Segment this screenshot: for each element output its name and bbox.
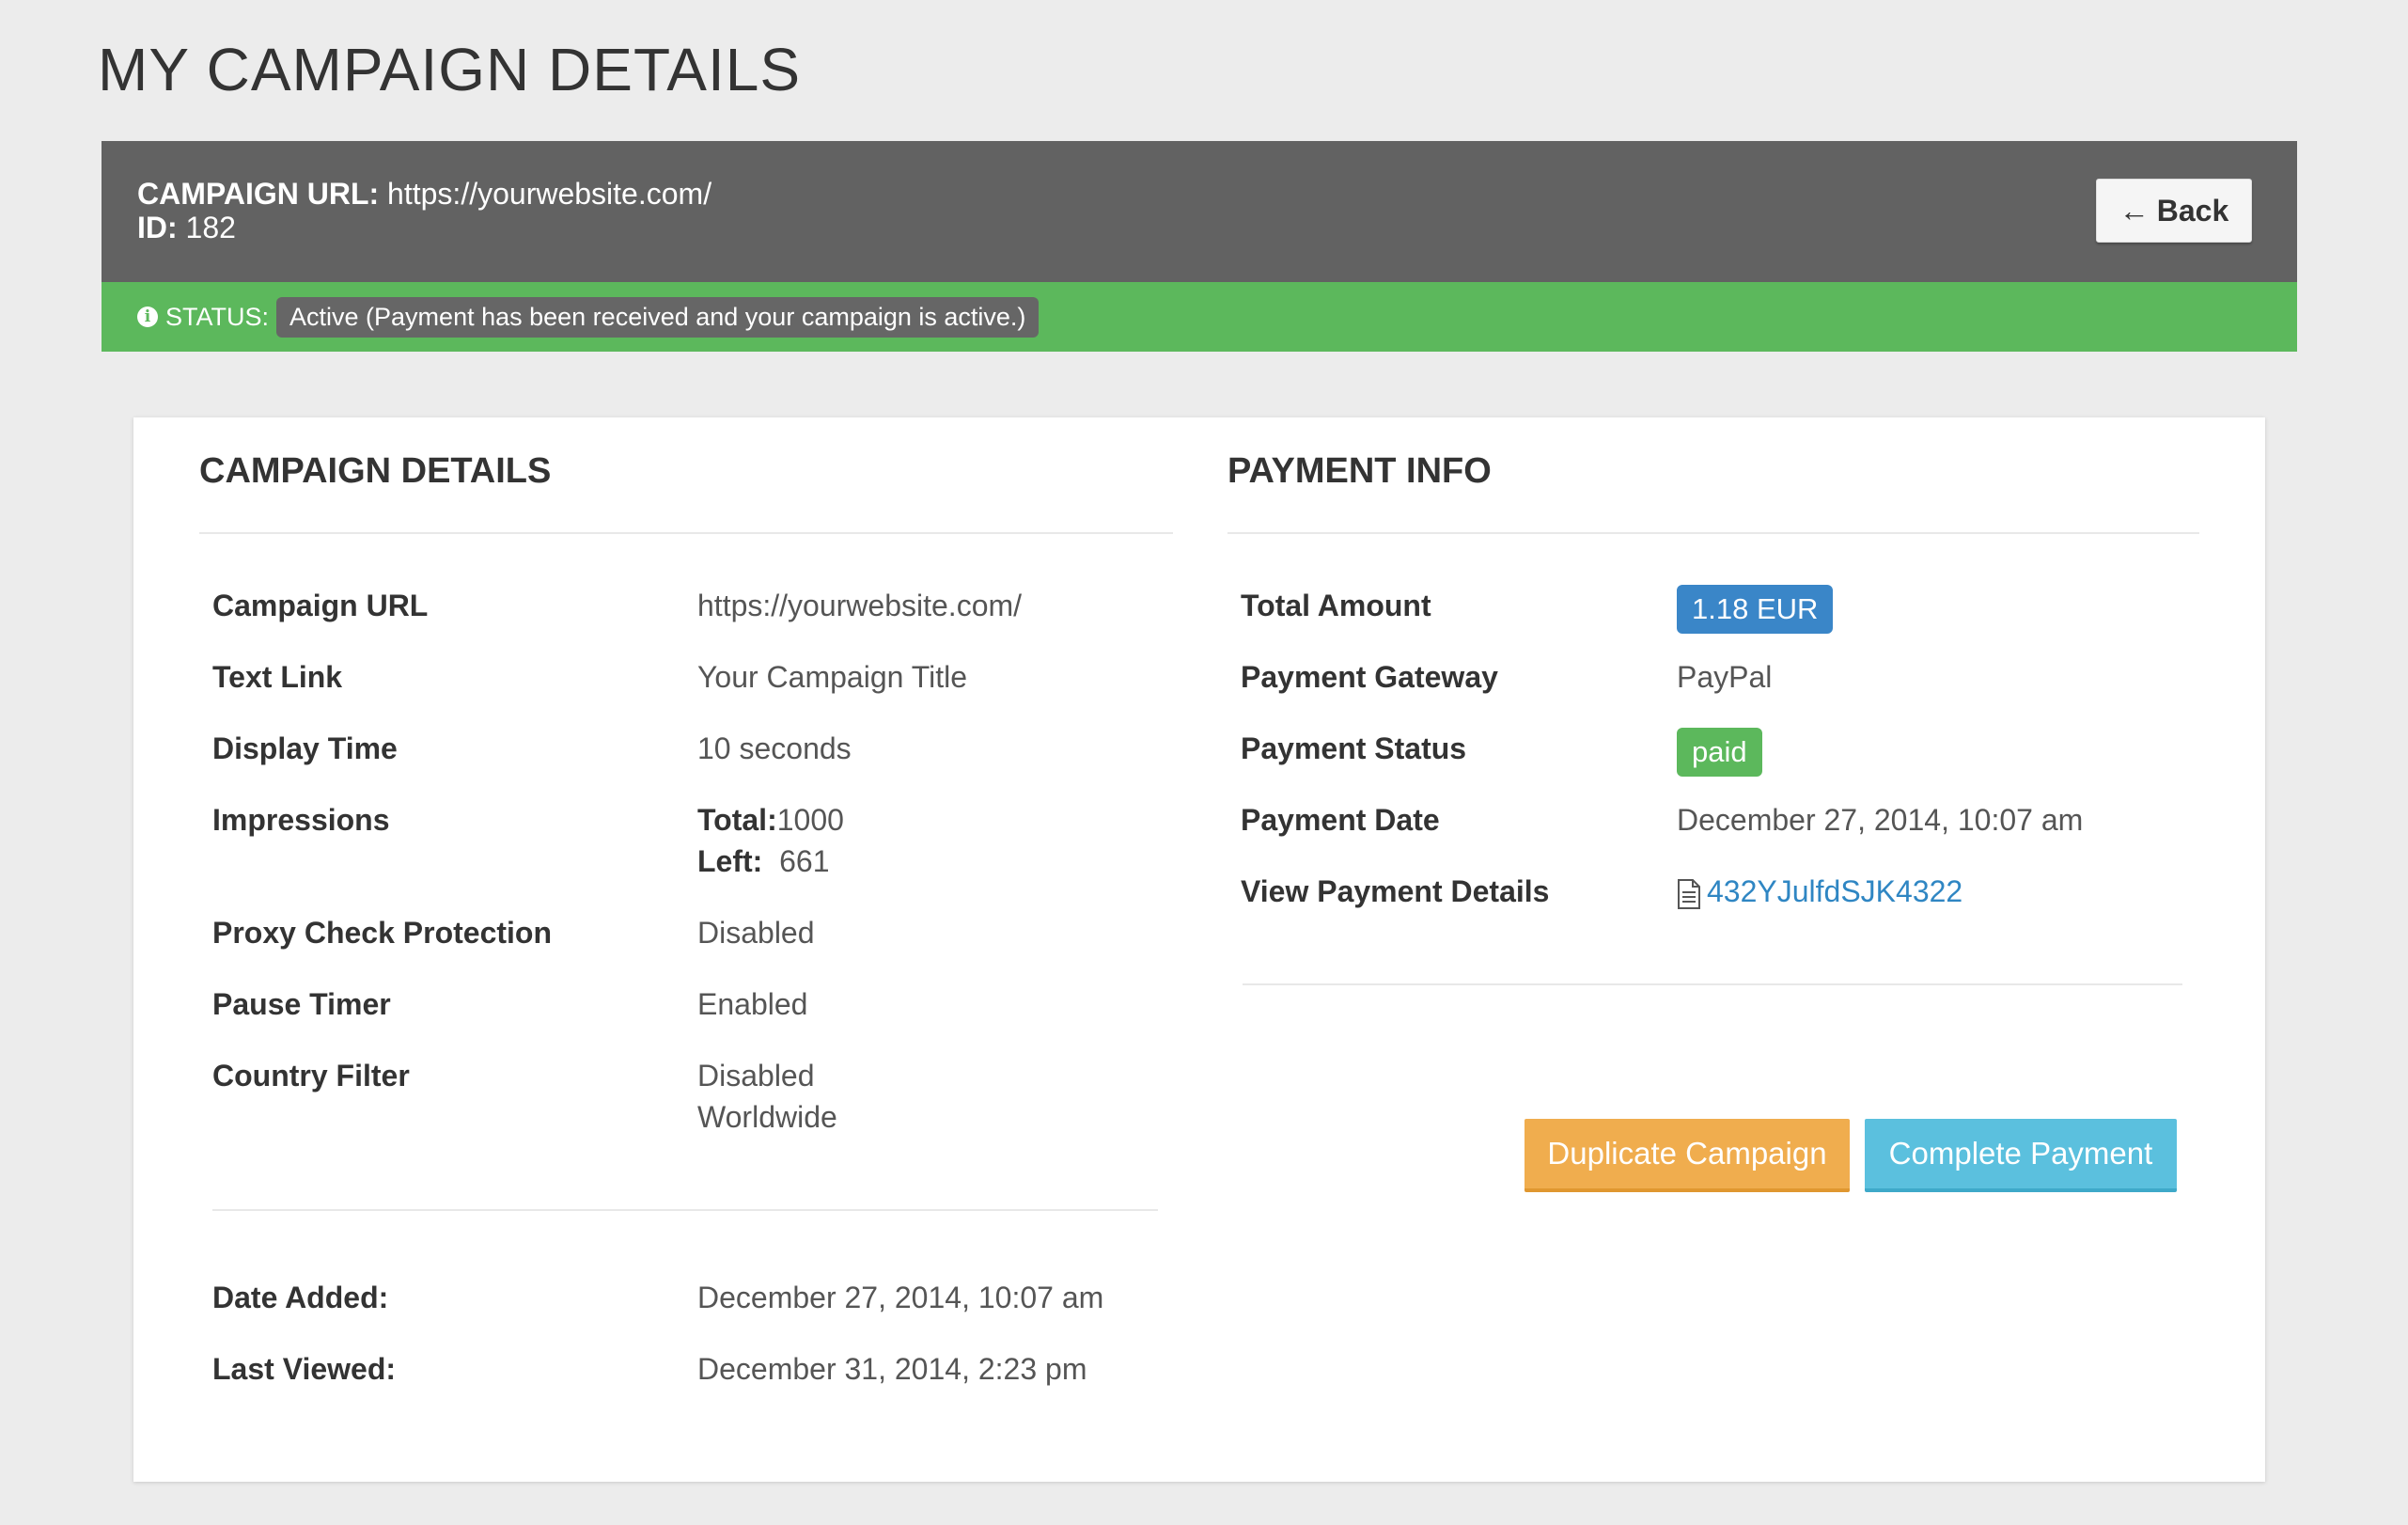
- row-label: Pause Timer: [212, 987, 391, 1021]
- campaign-id-value: 182: [185, 211, 236, 244]
- document-icon: [1678, 878, 1700, 909]
- payment-details-link[interactable]: 432YJulfdSJK4322: [1707, 874, 1962, 908]
- payment-status-label: Payment Status: [1241, 731, 1467, 765]
- payment-details-label: View Payment Details: [1241, 874, 1550, 908]
- country-filter-status: Disabled: [697, 1059, 815, 1093]
- status-badge: Active (Payment has been received and yo…: [276, 296, 1040, 338]
- row-label: Impressions: [212, 803, 390, 837]
- row-value: Your Campaign Title: [697, 660, 967, 694]
- payment-details-value: 432YJulfdSJK4322: [1677, 871, 1962, 912]
- row-label: Country Filter: [212, 1059, 410, 1093]
- last-viewed-value: December 31, 2014, 2:23 pm: [697, 1352, 1087, 1386]
- last-viewed-label: Last Viewed:: [212, 1352, 397, 1386]
- row-value: 10 seconds: [697, 731, 852, 765]
- date-added-label: Date Added:: [212, 1281, 389, 1314]
- row-label: Text Link: [212, 660, 343, 694]
- impressions-total-label: Total:: [697, 803, 777, 837]
- back-button-label: Back: [2156, 193, 2229, 228]
- status-label: STATUS:: [165, 302, 270, 331]
- campaign-details-title: CAMPAIGN DETAILS: [199, 451, 552, 491]
- campaign-id-label: ID:: [137, 211, 178, 244]
- details-card: CAMPAIGN DETAILS Campaign URL https://yo…: [133, 417, 2265, 1482]
- payment-date-value: December 27, 2014, 10:07 am: [1677, 803, 2084, 837]
- payment-date-label: Payment Date: [1241, 803, 1440, 837]
- row-value: Enabled: [697, 987, 808, 1021]
- row-value: https://yourwebsite.com/: [697, 589, 1023, 622]
- payment-info-title: PAYMENT INFO: [1227, 451, 1492, 491]
- back-button[interactable]: ← Back: [2096, 179, 2252, 243]
- country-filter-region: Worldwide: [697, 1100, 837, 1134]
- date-added-value: December 27, 2014, 10:07 am: [697, 1281, 1104, 1314]
- info-circle-icon: i: [137, 307, 158, 327]
- total-amount-label: Total Amount: [1241, 589, 1431, 622]
- total-amount-badge: 1.18 EUR: [1677, 585, 1834, 634]
- arrow-left-icon: ←: [2119, 193, 2150, 228]
- impressions-left-value: 661: [779, 844, 830, 878]
- duplicate-campaign-button[interactable]: Duplicate Campaign: [1525, 1119, 1850, 1192]
- row-label: Campaign URL: [212, 589, 429, 622]
- payment-gateway-value: PayPal: [1677, 660, 1773, 694]
- country-filter-value: Disabled Worldwide: [697, 1055, 837, 1138]
- dates-divider: [212, 1209, 1158, 1211]
- complete-payment-button[interactable]: Complete Payment: [1865, 1119, 2177, 1192]
- row-value: Disabled: [697, 916, 815, 950]
- payment-actions-divider: [1243, 983, 2182, 985]
- status-bar: i STATUS: Active (Payment has been recei…: [102, 282, 2297, 352]
- impressions-left-label: Left:: [697, 844, 763, 878]
- campaign-url-value: https://yourwebsite.com/: [387, 177, 712, 211]
- campaign-url-label: CAMPAIGN URL:: [137, 177, 380, 211]
- payment-status-badge: paid: [1677, 728, 1762, 777]
- campaign-divider: [199, 532, 1173, 534]
- campaign-header-info: CAMPAIGN URL: https://yourwebsite.com/ I…: [137, 177, 711, 244]
- payment-divider: [1227, 532, 2199, 534]
- campaign-header: CAMPAIGN URL: https://yourwebsite.com/ I…: [102, 141, 2297, 282]
- impressions-total-value: 1000: [776, 803, 844, 837]
- payment-gateway-label: Payment Gateway: [1241, 660, 1498, 694]
- row-label: Display Time: [212, 731, 398, 765]
- impressions-value: Total:1000 Left: 661: [697, 799, 844, 882]
- row-label: Proxy Check Protection: [212, 916, 552, 950]
- page-title: MY CAMPAIGN DETAILS: [98, 36, 802, 103]
